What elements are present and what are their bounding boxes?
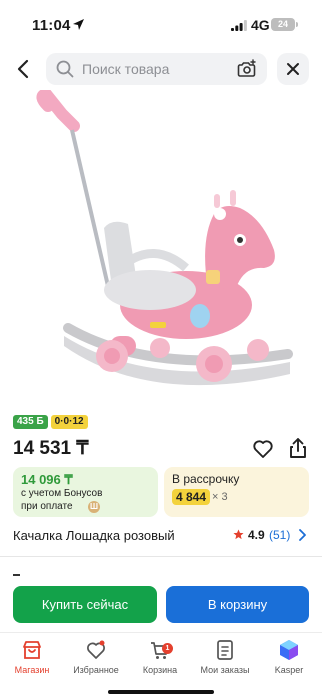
star-icon xyxy=(233,529,244,540)
home-indicator xyxy=(108,690,214,694)
network-type: 4G xyxy=(251,17,270,33)
status-time: 11:04 xyxy=(32,17,71,34)
installment-card[interactable]: В рассрочку 4 844 × 3 xyxy=(164,467,309,517)
partial-content-marker xyxy=(13,574,20,576)
bonus-caption-line2: при оплате xyxy=(21,501,73,512)
close-icon xyxy=(287,63,299,75)
cart-count-badge: 1 xyxy=(162,643,173,654)
promo-badges: 435 Б 0·0·12 xyxy=(13,415,88,429)
chevron-left-icon xyxy=(17,59,29,79)
bonus-coin-icon: Ш xyxy=(88,501,100,513)
installment-monthly: 4 844 xyxy=(172,489,211,505)
product-price: 14 531 ₸ xyxy=(13,438,89,459)
installment-title: В рассрочку xyxy=(172,472,240,486)
heart-icon[interactable] xyxy=(251,437,275,461)
reviews-count[interactable]: (51) xyxy=(269,528,290,542)
buy-now-button[interactable]: Купить сейчас xyxy=(13,586,157,623)
nav-label: Kasper xyxy=(274,665,304,675)
heart-icon xyxy=(87,640,105,659)
battery-tip xyxy=(296,22,298,27)
signal-icon xyxy=(231,20,247,31)
battery-icon: 24 xyxy=(271,18,295,31)
installment-multiplier: × 3 xyxy=(212,491,228,503)
bonus-price-card[interactable]: 14 096 ₸ с учетом Бонусов при оплате Ш xyxy=(13,467,158,517)
status-bar: 11:04 4G 24 xyxy=(0,0,322,48)
back-button[interactable] xyxy=(10,56,36,82)
installment-badge: 0·0·12 xyxy=(50,415,88,429)
camera-search-icon[interactable] xyxy=(236,58,258,80)
search-input[interactable] xyxy=(82,53,232,85)
search-bar[interactable] xyxy=(46,53,267,85)
top-bar xyxy=(0,50,322,88)
nav-item-favorites[interactable]: Избранное xyxy=(64,639,128,679)
share-icon[interactable] xyxy=(286,436,310,460)
shop-icon xyxy=(23,641,41,659)
nav-label: Магазин xyxy=(14,665,50,675)
nav-item-orders[interactable]: Мои заказы xyxy=(193,639,257,679)
bonus-badge: 435 Б xyxy=(13,415,48,429)
nav-label: Корзина xyxy=(142,665,178,675)
add-to-cart-button[interactable]: В корзину xyxy=(166,586,309,623)
product-image[interactable] xyxy=(0,90,322,412)
nav-item-shop[interactable]: Магазин xyxy=(0,639,64,679)
nav-item-cart[interactable]: 1 Корзина xyxy=(128,639,192,679)
product-name-row[interactable]: Качалка Лошадка розовый 4.9 (51) xyxy=(13,526,309,544)
nav-label: Избранное xyxy=(73,665,119,675)
close-button[interactable] xyxy=(277,53,309,85)
bonus-price: 14 096 ₸ xyxy=(21,472,73,487)
nav-item-kasper[interactable]: Kasper xyxy=(257,639,321,679)
product-rating: 4.9 xyxy=(248,528,265,542)
kasper-assistant-icon xyxy=(280,640,298,660)
nav-label: Мои заказы xyxy=(200,665,250,675)
orders-icon xyxy=(217,640,233,660)
product-name: Качалка Лошадка розовый xyxy=(13,528,175,543)
location-arrow-icon xyxy=(73,19,84,30)
chevron-right-icon xyxy=(299,529,306,541)
bonus-caption-line1: с учетом Бонусов xyxy=(21,488,103,499)
divider xyxy=(0,556,322,557)
search-icon xyxy=(56,60,74,78)
